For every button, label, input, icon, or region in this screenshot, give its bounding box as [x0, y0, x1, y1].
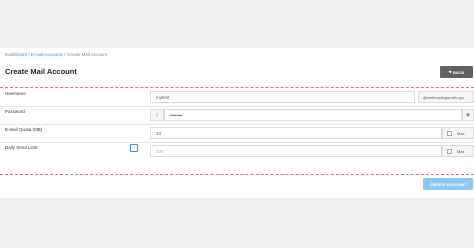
- breadcrumb-current: Create Mail Account: [66, 52, 108, 57]
- main-card: Dashboard / E-mail Accounts / Create Mai…: [0, 48, 474, 198]
- username-row: Username mytest @webhostingsmith.xyz: [0, 88, 474, 107]
- quota-row: E-mail Quota (MB) 10 Max: [0, 124, 474, 143]
- back-button[interactable]: ◂ BACK: [440, 66, 473, 78]
- username-label: Username: [5, 91, 26, 96]
- eye-icon[interactable]: ◉: [462, 109, 474, 121]
- breadcrumb: Dashboard / E-mail Accounts / Create Mai…: [5, 52, 107, 57]
- back-button-label: BACK: [452, 69, 465, 75]
- arrow-left-icon: ◂: [448, 68, 451, 75]
- quota-max-toggle[interactable]: Max: [442, 127, 474, 139]
- page-title: Create Mail Account: [5, 67, 77, 76]
- send-limit-row: Daily Send Limit ? 200 Max: [0, 142, 474, 160]
- password-row: Password ⚷ •••••••• ◉: [0, 106, 474, 125]
- username-input[interactable]: mytest: [150, 91, 415, 103]
- quota-input[interactable]: 10: [150, 127, 442, 139]
- send-limit-max-toggle[interactable]: Max: [442, 145, 474, 157]
- send-limit-max-label: Max: [457, 148, 465, 154]
- send-limit-max-checkbox[interactable]: [447, 148, 452, 154]
- quota-label: E-mail Quota (MB): [5, 127, 43, 132]
- create-account-button[interactable]: CREATE ACCOUNT: [423, 178, 473, 190]
- create-account-form: Username mytest @webhostingsmith.xyz Pas…: [0, 87, 474, 175]
- help-icon[interactable]: ?: [130, 144, 138, 152]
- key-icon[interactable]: ⚷: [150, 109, 164, 121]
- send-limit-input[interactable]: 200: [150, 145, 442, 157]
- password-label: Password: [5, 109, 25, 114]
- domain-suffix: @webhostingsmith.xyz: [418, 91, 474, 103]
- quota-max-checkbox[interactable]: [447, 130, 452, 136]
- breadcrumb-dashboard[interactable]: Dashboard: [5, 52, 27, 57]
- breadcrumb-email-accounts[interactable]: E-mail Accounts: [31, 52, 63, 57]
- quota-max-label: Max: [457, 130, 465, 136]
- send-limit-label: Daily Send Limit: [5, 145, 38, 150]
- password-input[interactable]: ••••••••: [164, 109, 462, 121]
